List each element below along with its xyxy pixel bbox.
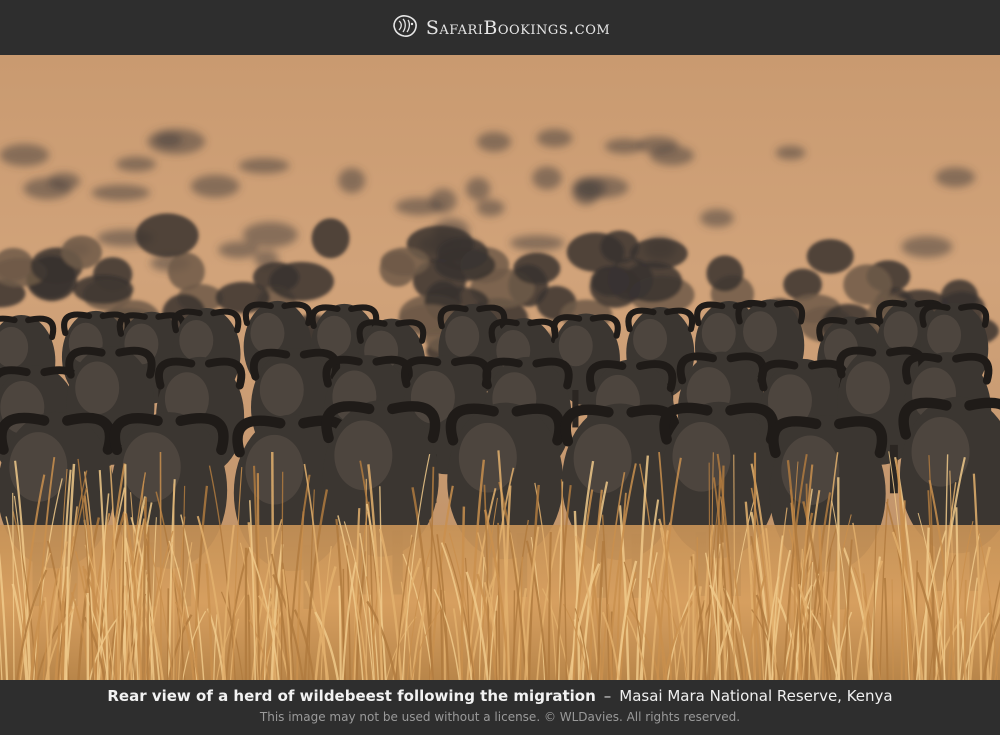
lion-head-icon <box>390 13 420 43</box>
caption-separator: – <box>603 687 612 705</box>
header-bar: SafariBookings.com <box>0 0 1000 55</box>
caption-title: Rear view of a herd of wildebeest follow… <box>107 687 596 705</box>
caption-location: Masai Mara National Reserve, Kenya <box>619 687 893 705</box>
caption: Rear view of a herd of wildebeest follow… <box>0 687 1000 705</box>
license-notice: This image may not be used without a lic… <box>259 710 741 724</box>
caption-bar: Rear view of a herd of wildebeest follow… <box>0 680 1000 735</box>
brand-logo[interactable]: SafariBookings.com <box>390 13 610 43</box>
wildebeest-photo <box>0 55 1000 680</box>
brand-name: SafariBookings.com <box>425 16 611 39</box>
